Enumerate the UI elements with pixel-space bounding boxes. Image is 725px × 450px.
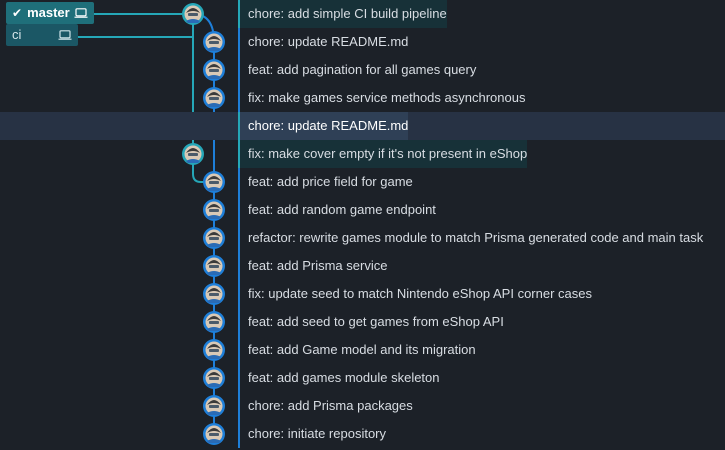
- commit-message: chore: update README.md: [248, 34, 409, 49]
- commit-row[interactable]: feat: add price field for game: [0, 168, 725, 196]
- commit-row[interactable]: feat: add seed to get games from eShop A…: [0, 308, 725, 336]
- laptop-icon: [58, 30, 72, 40]
- laptop-icon: [74, 8, 88, 18]
- commit-message: feat: add price field for game: [248, 174, 413, 189]
- commit-message: feat: add Game model and its migration: [248, 342, 476, 357]
- commit-message: feat: add Prisma service: [248, 258, 388, 273]
- commit-row[interactable]: chore: add Prisma packages: [0, 392, 725, 420]
- commit-message: chore: add simple CI build pipeline: [240, 0, 447, 28]
- branch-name: ci: [12, 27, 22, 42]
- commit-row[interactable]: feat: add random game endpoint: [0, 196, 725, 224]
- commit-row[interactable]: refactor: rewrite games module to match …: [0, 224, 725, 252]
- commit-row[interactable]: feat: add Game model and its migration: [0, 336, 725, 364]
- branch-tag-ci[interactable]: ci: [6, 24, 78, 46]
- commit-message: feat: add games module skeleton: [248, 370, 440, 385]
- commit-message: feat: add random game endpoint: [248, 202, 436, 217]
- commit-row[interactable]: fix: update seed to match Nintendo eShop…: [0, 280, 725, 308]
- commit-message: chore: add Prisma packages: [248, 398, 413, 413]
- commit-message: chore: initiate repository: [248, 426, 387, 441]
- commit-message: chore: update README.md: [240, 112, 409, 140]
- commit-row[interactable]: chore: update README.md: [0, 28, 725, 56]
- commit-message: fix: update seed to match Nintendo eShop…: [248, 286, 592, 301]
- commit-row[interactable]: fix: make games service methods asynchro…: [0, 84, 725, 112]
- commit-message: refactor: rewrite games module to match …: [248, 230, 704, 245]
- commit-row[interactable]: chore: update README.md: [0, 112, 725, 140]
- commit-message: feat: add seed to get games from eShop A…: [248, 314, 504, 329]
- commit-message: fix: make games service methods asynchro…: [248, 90, 526, 105]
- commit-row[interactable]: feat: add games module skeleton: [0, 364, 725, 392]
- commit-row[interactable]: fix: make cover empty if it's not presen…: [0, 140, 725, 168]
- commit-message: fix: make cover empty if it's not presen…: [240, 140, 528, 168]
- commit-row[interactable]: chore: add simple CI build pipeline: [0, 0, 725, 28]
- branch-tag-master[interactable]: ✔ master: [6, 2, 94, 24]
- commit-row[interactable]: feat: add Prisma service: [0, 252, 725, 280]
- checkmark-icon: ✔: [12, 6, 23, 20]
- commit-graph: chore: add simple CI build pipeline chore…: [0, 0, 725, 450]
- commit-row[interactable]: feat: add pagination for all games query: [0, 56, 725, 84]
- branch-name: master: [27, 5, 70, 20]
- commit-message: feat: add pagination for all games query: [248, 62, 477, 77]
- commit-row[interactable]: chore: initiate repository: [0, 420, 725, 448]
